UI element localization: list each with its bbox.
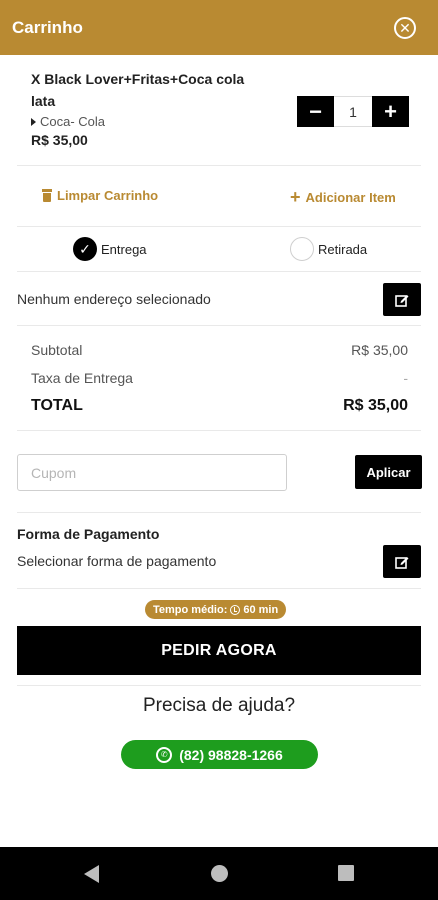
item-name: X Black Lover+Fritas+Coca cola lata	[31, 71, 245, 109]
edit-payment-button[interactable]	[383, 545, 421, 578]
clear-cart-button[interactable]: Limpar Carrinho	[42, 188, 158, 203]
time-estimate-label: Tempo médio:	[153, 603, 228, 616]
add-item-button[interactable]: + Adicionar Item	[290, 188, 396, 206]
radio-pickup[interactable]: Retirada	[290, 237, 367, 261]
time-estimate-value: 60 min	[243, 603, 279, 616]
total-row: TOTAL R$ 35,00	[31, 397, 408, 415]
home-icon[interactable]	[211, 865, 228, 882]
apply-coupon-button[interactable]: Aplicar	[355, 455, 422, 489]
edit-icon	[395, 294, 409, 307]
quantity-stepper: − 1 +	[297, 96, 409, 127]
increase-quantity-button[interactable]: +	[372, 96, 409, 127]
plus-icon: +	[290, 187, 301, 207]
cart-item: X Black Lover+Fritas+Coca cola lata Coca…	[31, 68, 271, 148]
divider	[17, 226, 421, 227]
radio-pickup-label: Retirada	[318, 241, 368, 257]
divider	[17, 165, 421, 166]
divider	[17, 325, 421, 326]
item-price: R$ 35,00	[31, 132, 88, 148]
delivery-fee-value: -	[403, 370, 408, 386]
divider	[17, 512, 421, 513]
help-title: Precisa de ajuda?	[142, 695, 296, 716]
delivery-fee-row: Taxa de Entrega -	[31, 370, 408, 386]
payment-title: Forma de Pagamento	[17, 526, 160, 542]
divider	[17, 685, 421, 686]
clock-icon	[230, 604, 241, 615]
check-icon: ✓	[73, 237, 97, 261]
delivery-fee-label: Taxa de Entrega	[31, 370, 133, 386]
whatsapp-button[interactable]: ✆ (82) 98828-1266	[121, 740, 318, 769]
system-nav-bar	[0, 847, 438, 900]
edit-address-button[interactable]	[383, 283, 421, 316]
back-icon[interactable]	[84, 865, 99, 883]
subtotal-row: Subtotal R$ 35,00	[31, 342, 408, 358]
cart-actions: Limpar Carrinho + Adicionar Item	[0, 188, 438, 208]
divider	[17, 430, 421, 431]
page-title: Carrinho	[12, 17, 83, 37]
close-icon[interactable]: ✕	[394, 16, 416, 39]
item-option-label: Coca- Cola	[40, 114, 106, 129]
recent-apps-icon[interactable]	[338, 865, 354, 881]
place-order-button[interactable]: PEDIR AGORA	[17, 626, 421, 675]
edit-icon	[395, 556, 409, 569]
item-option: Coca- Cola	[31, 114, 271, 129]
divider	[17, 271, 421, 272]
time-estimate-badge: Tempo médio: 60 min	[145, 600, 287, 619]
address-text: Nenhum endereço selecionado	[17, 291, 211, 307]
whatsapp-icon: ✆	[156, 746, 173, 763]
total-value: R$ 35,00	[343, 397, 408, 414]
radio-delivery-label: Entrega	[101, 241, 147, 257]
trash-icon	[42, 189, 52, 202]
whatsapp-number: (82) 98828-1266	[179, 746, 283, 763]
caret-right-icon	[31, 117, 36, 126]
subtotal-value: R$ 35,00	[351, 342, 408, 358]
add-item-label: Adicionar Item	[305, 189, 396, 205]
quantity-value[interactable]: 1	[334, 96, 372, 127]
decrease-quantity-button[interactable]: −	[297, 96, 334, 127]
app-header: Carrinho ✕	[0, 0, 438, 55]
divider	[17, 588, 421, 589]
payment-method-text: Selecionar forma de pagamento	[17, 553, 217, 569]
total-label: TOTAL	[31, 397, 83, 414]
subtotal-label: Subtotal	[31, 342, 83, 358]
radio-empty-icon	[290, 237, 314, 261]
coupon-input[interactable]	[17, 454, 287, 491]
radio-delivery[interactable]: ✓ Entrega	[73, 237, 147, 261]
clear-cart-label: Limpar Carrinho	[57, 188, 159, 203]
